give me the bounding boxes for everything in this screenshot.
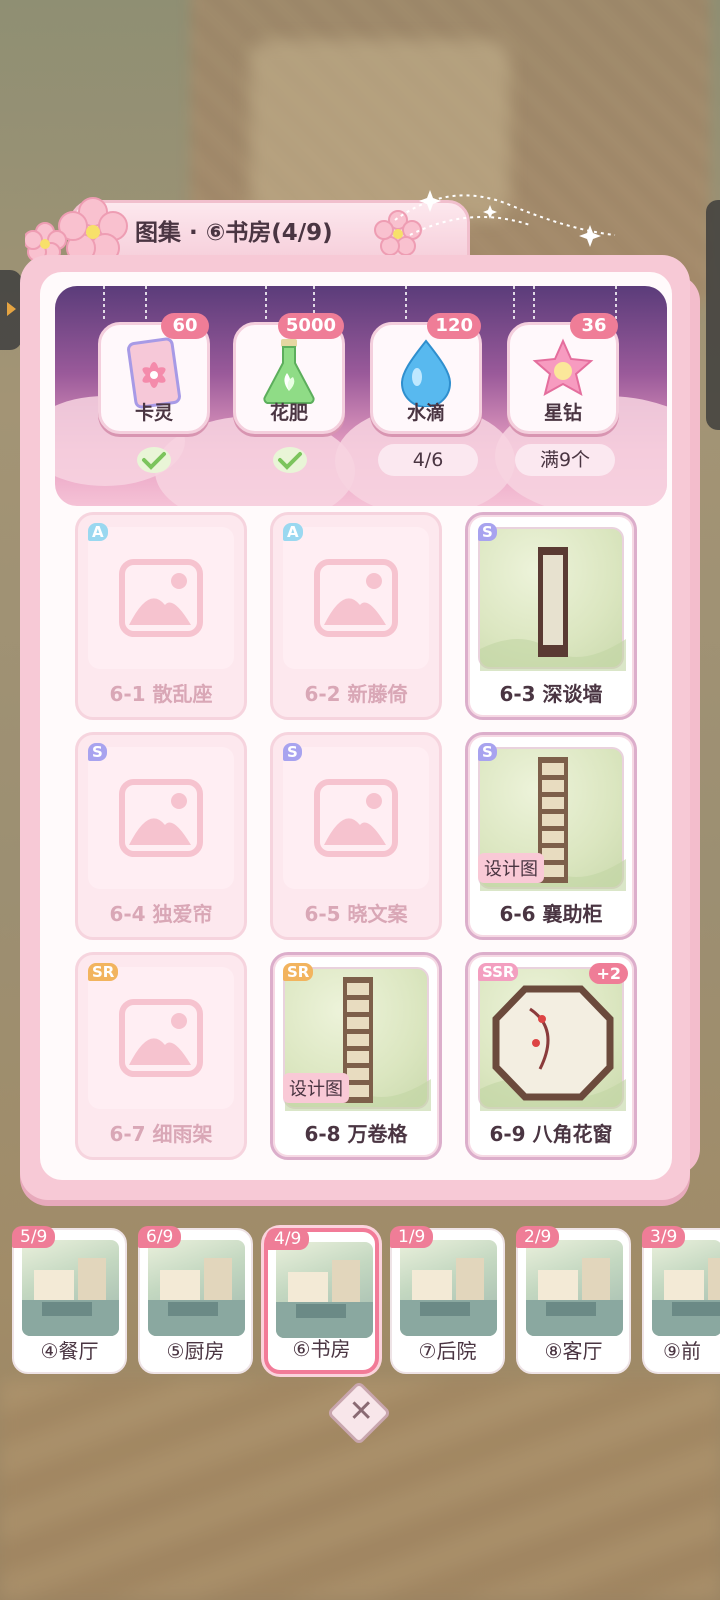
page-title: 图集 · ⑥书房(4/9): [135, 220, 333, 246]
room-label: ⑥书房: [292, 1337, 351, 1361]
star-diamond-requirement: 满9个: [515, 444, 615, 476]
item-thumbnail: [283, 527, 429, 669]
item-thumbnail: [478, 527, 626, 671]
sparkle-decoration: [394, 190, 616, 247]
room-label: ④餐厅: [40, 1339, 99, 1363]
room-preview-image: [526, 1258, 623, 1336]
reward-fertilizer[interactable]: 花肥 5000: [233, 313, 345, 434]
furniture-image: [480, 547, 626, 671]
item-thumbnail: [478, 967, 626, 1111]
item-card[interactable]: A 6-2 新藤倚: [270, 512, 442, 720]
item-name: 6-3 深谈墙: [499, 682, 603, 706]
reward-count-badge: 36: [570, 313, 618, 339]
reward-label: 水滴: [406, 402, 445, 424]
item-card[interactable]: A 6-1 散乱座: [75, 512, 247, 720]
item-name: 6-8 万卷格: [304, 1122, 408, 1146]
room-label: ⑧客厅: [544, 1339, 603, 1363]
item-thumbnail: [88, 527, 234, 669]
room-preview-image: [276, 1260, 373, 1338]
item-name: 6-9 八角花窗: [489, 1122, 613, 1146]
room-thumbnail: [276, 1242, 373, 1338]
room-progress-badge: 3/9: [642, 1226, 686, 1248]
room-preview-image: [22, 1258, 119, 1336]
room-progress-badge: 4/9: [266, 1228, 310, 1250]
furniture-image: [480, 985, 626, 1111]
rarity-badge: A: [88, 523, 108, 541]
image-placeholder-icon: [119, 779, 203, 857]
room-label: ⑤厨房: [166, 1339, 225, 1363]
close-icon: ✕: [348, 1394, 374, 1430]
item-name: 6-2 新藤倚: [304, 682, 408, 706]
room-thumbnail: [148, 1240, 245, 1336]
rarity-badge: A: [283, 523, 303, 541]
room-label: ⑨前: [663, 1339, 701, 1363]
room-preview-image: [148, 1258, 245, 1336]
image-placeholder-icon: [119, 999, 203, 1077]
room-tab[interactable]: 6/9 ⑤厨房: [138, 1226, 253, 1374]
check-icon: [273, 447, 307, 473]
fertilizer-flask-icon: [263, 339, 315, 405]
item-name: 6-5 晓文案: [304, 902, 408, 926]
room-label: ⑦后院: [418, 1339, 477, 1363]
side-panel-edge: [706, 200, 720, 430]
reward-star-diamond[interactable]: 星钻 36: [507, 313, 619, 434]
room-progress-badge: 2/9: [516, 1226, 560, 1248]
rarity-badge: S: [478, 523, 497, 541]
item-name: 6-7 细雨架: [109, 1122, 213, 1146]
room-tab[interactable]: 3/9 ⑨前: [642, 1226, 720, 1374]
item-card[interactable]: SR 设计图 6-8 万卷格: [270, 952, 442, 1160]
image-placeholder-icon: [314, 779, 398, 857]
room-thumbnail: [652, 1240, 720, 1336]
item-card[interactable]: SSR +2 6-9 八角花窗: [465, 952, 637, 1160]
item-card[interactable]: S 6-3 深谈墙: [465, 512, 637, 720]
room-tab[interactable]: 1/9 ⑦后院: [390, 1226, 505, 1374]
item-name: 6-1 散乱座: [109, 682, 213, 706]
item-name: 6-6 襄助柜: [499, 902, 603, 926]
reward-label: 花肥: [269, 402, 308, 424]
item-name: 6-4 独爱帘: [109, 902, 213, 926]
reward-count-badge: 60: [161, 313, 209, 339]
star-diamond-icon: [532, 338, 594, 396]
rarity-badge: S: [283, 743, 302, 761]
reward-label: 卡灵: [134, 402, 173, 424]
side-drawer-handle[interactable]: [0, 270, 22, 350]
rarity-badge: S: [478, 743, 497, 761]
room-tab[interactable]: 5/9 ④餐厅: [12, 1226, 127, 1374]
rarity-badge: SR: [283, 963, 314, 981]
room-thumbnail: [22, 1240, 119, 1336]
image-placeholder-icon: [119, 559, 203, 637]
reward-count-badge: 120: [427, 313, 481, 339]
room-tab[interactable]: 4/9 ⑥书房: [264, 1228, 379, 1374]
water-drop-icon: [400, 339, 452, 407]
item-card[interactable]: SR 6-7 细雨架: [75, 952, 247, 1160]
room-progress-badge: 1/9: [390, 1226, 434, 1248]
reward-water-drop[interactable]: 水滴 120: [370, 313, 482, 434]
item-thumbnail: [283, 747, 429, 889]
image-placeholder-icon: [314, 559, 398, 637]
item-card[interactable]: S 6-5 晓文案: [270, 732, 442, 940]
room-progress-badge: 6/9: [138, 1226, 182, 1248]
rarity-badge: S: [88, 743, 107, 761]
rarity-badge: SR: [88, 963, 119, 981]
reward-label: 星钻: [543, 402, 582, 424]
reward-count-badge: 5000: [277, 313, 344, 339]
room-preview-image: [652, 1258, 720, 1336]
check-icon: [137, 447, 171, 473]
room-thumbnail: [526, 1240, 623, 1336]
blueprint-tag: 设计图: [478, 853, 544, 883]
water-drop-progress: 4/6: [378, 444, 478, 476]
item-thumbnail: [88, 747, 234, 889]
room-preview-image: [400, 1258, 497, 1336]
room-thumbnail: [400, 1240, 497, 1336]
extra-count-badge: +2: [589, 963, 628, 984]
item-thumbnail: [88, 967, 234, 1109]
arrow-right-icon: [7, 302, 16, 316]
blueprint-tag: 设计图: [283, 1073, 349, 1103]
item-card[interactable]: S 6-4 独爱帘: [75, 732, 247, 940]
room-tab[interactable]: 2/9 ⑧客厅: [516, 1226, 631, 1374]
room-progress-badge: 5/9: [12, 1226, 56, 1248]
item-card[interactable]: S 设计图 6-6 襄助柜: [465, 732, 637, 940]
rarity-badge: SSR: [478, 963, 519, 981]
reward-card-spirit[interactable]: 卡灵 60: [98, 313, 210, 434]
